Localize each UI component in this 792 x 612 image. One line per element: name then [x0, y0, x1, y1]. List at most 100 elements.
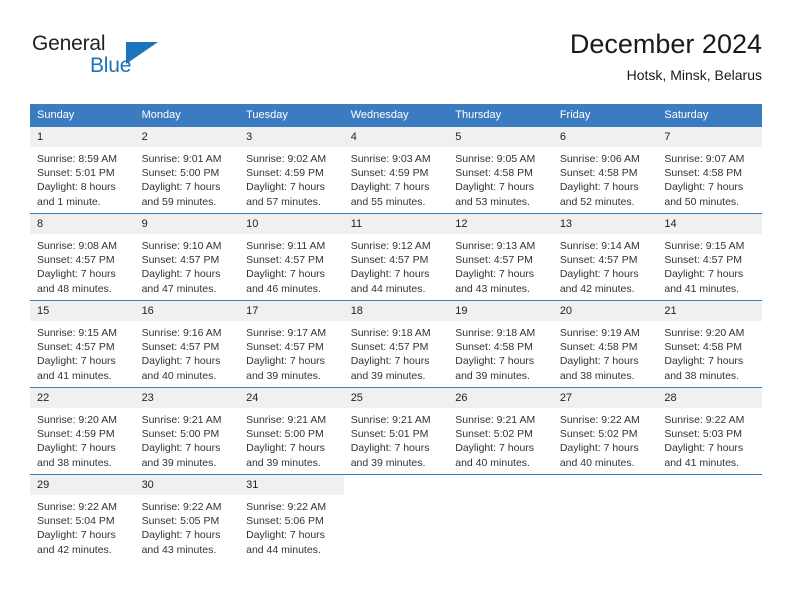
day-details: Sunrise: 9:06 AM Sunset: 4:58 PM Daylight:… — [553, 147, 658, 209]
day-number: 22 — [30, 388, 135, 408]
calendar-week-row: 8 Sunrise: 9:08 AM Sunset: 4:57 PM Daylight… — [30, 213, 762, 301]
calendar-day-cell[interactable]: 15 Sunrise: 9:15 AM Sunset: 4:57 PM Dayligh… — [30, 300, 135, 388]
day-number: 9 — [134, 214, 240, 234]
calendar-day-cell[interactable]: 14 Sunrise: 9:15 AM Sunset: 4:57 PM Dayligh… — [657, 213, 762, 301]
calendar-day-cell[interactable]: 28 Sunrise: 9:22 AM Sunset: 5:03 PM Dayligh… — [657, 387, 762, 475]
day-number: 18 — [343, 301, 449, 321]
calendar-day-cell[interactable]: 10 Sunrise: 9:11 AM Sunset: 4:57 PM Dayligh… — [239, 213, 344, 301]
sunset-time: Sunset: 4:59 PM — [37, 428, 115, 441]
daylight-duration-line1: Daylight: 7 hours — [559, 181, 639, 194]
calendar-day-cell[interactable]: 24 Sunrise: 9:21 AM Sunset: 5:00 PM Dayligh… — [239, 387, 344, 475]
daylight-duration-line1: Daylight: 7 hours — [559, 355, 639, 368]
day-number: 3 — [239, 127, 344, 147]
sunrise-time: Sunrise: 9:12 AM — [350, 240, 431, 252]
calendar-day-cell[interactable]: 5 Sunrise: 9:05 AM Sunset: 4:58 PM Daylight… — [448, 126, 553, 214]
general-blue-logo[interactable]: General Blue — [30, 32, 230, 88]
calendar-day-cell[interactable]: 13 Sunrise: 9:14 AM Sunset: 4:57 PM Dayligh… — [552, 213, 658, 301]
sunrise-time: Sunrise: 9:11 AM — [246, 240, 326, 252]
day-number — [552, 475, 658, 495]
sunset-time: Sunset: 5:06 PM — [246, 515, 324, 528]
calendar-day-cell[interactable]: 3 Sunrise: 9:02 AM Sunset: 4:59 PM Daylight… — [239, 126, 344, 214]
calendar-day-cell[interactable]: 4 Sunrise: 9:03 AM Sunset: 4:59 PM Daylight… — [343, 126, 449, 214]
day-number: 21 — [657, 301, 762, 321]
calendar-day-cell[interactable]: 12 Sunrise: 9:13 AM Sunset: 4:57 PM Dayligh… — [448, 213, 553, 301]
sunrise-time: Sunrise: 9:06 AM — [559, 153, 640, 165]
calendar-day-cell[interactable]: 27 Sunrise: 9:22 AM Sunset: 5:02 PM Dayligh… — [552, 387, 658, 475]
daylight-duration-line2: and 48 minutes. — [37, 282, 112, 295]
calendar-day-cell[interactable]: 2 Sunrise: 9:01 AM Sunset: 5:00 PM Daylight… — [134, 126, 240, 214]
daylight-duration-line1: Daylight: 7 hours — [455, 181, 535, 194]
daylight-duration-line2: and 43 minutes. — [455, 282, 530, 295]
calendar-day-cell[interactable]: 21 Sunrise: 9:20 AM Sunset: 4:58 PM Dayligh… — [657, 300, 762, 388]
sunset-time: Sunset: 5:03 PM — [664, 428, 743, 441]
day-details: Sunrise: 9:20 AM Sunset: 4:58 PM Daylight:… — [657, 321, 762, 383]
sunrise-time: Sunrise: 9:22 AM — [37, 501, 117, 513]
weekday-header-wednesday: Wednesday — [343, 104, 449, 127]
calendar-day-cell[interactable]: 25 Sunrise: 9:21 AM Sunset: 5:01 PM Dayligh… — [343, 387, 449, 475]
calendar-day-cell[interactable]: 18 Sunrise: 9:18 AM Sunset: 4:57 PM Dayligh… — [343, 300, 449, 388]
calendar-body: 1 Sunrise: 8:59 AM Sunset: 5:01 PM Daylight… — [30, 126, 762, 561]
day-number: 17 — [239, 301, 344, 321]
calendar-cell-empty — [552, 474, 658, 561]
sunset-time: Sunset: 4:57 PM — [141, 341, 220, 354]
sunrise-time: Sunrise: 9:22 AM — [664, 414, 745, 426]
day-number: 20 — [552, 301, 658, 321]
sunrise-time: Sunrise: 9:14 AM — [559, 240, 640, 252]
calendar-day-cell[interactable]: 31 Sunrise: 9:22 AM Sunset: 5:06 PM Dayligh… — [239, 474, 344, 561]
day-details: Sunrise: 9:08 AM Sunset: 4:57 PM Daylight:… — [30, 234, 135, 296]
calendar-day-cell[interactable]: 22 Sunrise: 9:20 AM Sunset: 4:59 PM Dayligh… — [30, 387, 135, 475]
day-details: Sunrise: 9:13 AM Sunset: 4:57 PM Daylight:… — [448, 234, 553, 296]
logo-text-blue: Blue — [90, 54, 132, 77]
day-number: 6 — [552, 127, 658, 147]
daylight-duration-line2: and 52 minutes. — [559, 195, 635, 208]
calendar-day-cell[interactable]: 26 Sunrise: 9:21 AM Sunset: 5:02 PM Dayligh… — [448, 387, 553, 475]
sunrise-time: Sunrise: 9:03 AM — [350, 153, 431, 165]
daylight-duration-line1: Daylight: 7 hours — [37, 355, 116, 368]
daylight-duration-line2: and 39 minutes. — [246, 456, 321, 469]
day-number: 31 — [239, 475, 344, 495]
sunrise-time: Sunrise: 9:15 AM — [664, 240, 745, 252]
daylight-duration-line1: Daylight: 7 hours — [350, 181, 430, 194]
daylight-duration-line2: and 39 minutes. — [350, 369, 426, 382]
sunrise-time: Sunrise: 9:22 AM — [141, 501, 222, 513]
day-details: Sunrise: 9:17 AM Sunset: 4:57 PM Daylight:… — [239, 321, 344, 383]
day-details: Sunrise: 9:10 AM Sunset: 4:57 PM Daylight:… — [135, 234, 240, 296]
day-number: 29 — [30, 475, 135, 495]
day-details: Sunrise: 9:22 AM Sunset: 5:05 PM Daylight:… — [135, 495, 240, 557]
day-number: 15 — [30, 301, 135, 321]
calendar-day-cell[interactable]: 9 Sunrise: 9:10 AM Sunset: 4:57 PM Daylight… — [134, 213, 240, 301]
day-details: Sunrise: 9:07 AM Sunset: 4:58 PM Daylight:… — [657, 147, 762, 209]
daylight-duration-line1: Daylight: 7 hours — [141, 268, 221, 281]
calendar-day-cell[interactable]: 30 Sunrise: 9:22 AM Sunset: 5:05 PM Dayligh… — [134, 474, 240, 561]
daylight-duration-line1: Daylight: 7 hours — [455, 442, 535, 455]
calendar-day-cell[interactable]: 16 Sunrise: 9:16 AM Sunset: 4:57 PM Dayligh… — [134, 300, 240, 388]
calendar-day-cell[interactable]: 11 Sunrise: 9:12 AM Sunset: 4:57 PM Dayligh… — [343, 213, 449, 301]
calendar-day-cell[interactable]: 29 Sunrise: 9:22 AM Sunset: 5:04 PM Dayligh… — [30, 474, 135, 561]
sunset-time: Sunset: 4:58 PM — [455, 341, 533, 354]
calendar-day-cell[interactable]: 6 Sunrise: 9:06 AM Sunset: 4:58 PM Daylight… — [552, 126, 658, 214]
calendar-day-cell[interactable]: 7 Sunrise: 9:07 AM Sunset: 4:58 PM Daylight… — [657, 126, 762, 214]
daylight-duration-line2: and 38 minutes. — [559, 369, 635, 382]
sunset-time: Sunset: 4:57 PM — [350, 341, 429, 354]
sunset-time: Sunset: 5:04 PM — [37, 515, 115, 528]
calendar-day-cell[interactable]: 19 Sunrise: 9:18 AM Sunset: 4:58 PM Dayligh… — [448, 300, 553, 388]
daylight-duration-line1: Daylight: 7 hours — [246, 181, 325, 194]
sunrise-time: Sunrise: 9:18 AM — [455, 327, 536, 339]
day-number: 5 — [448, 127, 553, 147]
day-number: 16 — [134, 301, 240, 321]
day-details: Sunrise: 9:05 AM Sunset: 4:58 PM Daylight:… — [448, 147, 553, 209]
sunrise-time: Sunrise: 9:05 AM — [455, 153, 536, 165]
calendar-day-cell[interactable]: 20 Sunrise: 9:19 AM Sunset: 4:58 PM Dayligh… — [552, 300, 658, 388]
day-number — [448, 475, 553, 495]
calendar-day-cell[interactable]: 1 Sunrise: 8:59 AM Sunset: 5:01 PM Daylight… — [30, 126, 135, 214]
daylight-duration-line2: and 41 minutes. — [664, 456, 740, 469]
sunset-time: Sunset: 5:02 PM — [559, 428, 638, 441]
calendar-day-cell[interactable]: 17 Sunrise: 9:17 AM Sunset: 4:57 PM Dayligh… — [239, 300, 344, 388]
calendar-day-cell[interactable]: 23 Sunrise: 9:21 AM Sunset: 5:00 PM Dayligh… — [134, 387, 240, 475]
day-number — [657, 475, 762, 495]
day-details: Sunrise: 9:02 AM Sunset: 4:59 PM Daylight:… — [239, 147, 344, 209]
calendar-day-cell[interactable]: 8 Sunrise: 9:08 AM Sunset: 4:57 PM Daylight… — [30, 213, 135, 301]
daylight-duration-line1: Daylight: 7 hours — [37, 442, 116, 455]
calendar-cell-empty — [448, 474, 553, 561]
sunset-time: Sunset: 4:58 PM — [559, 167, 638, 180]
